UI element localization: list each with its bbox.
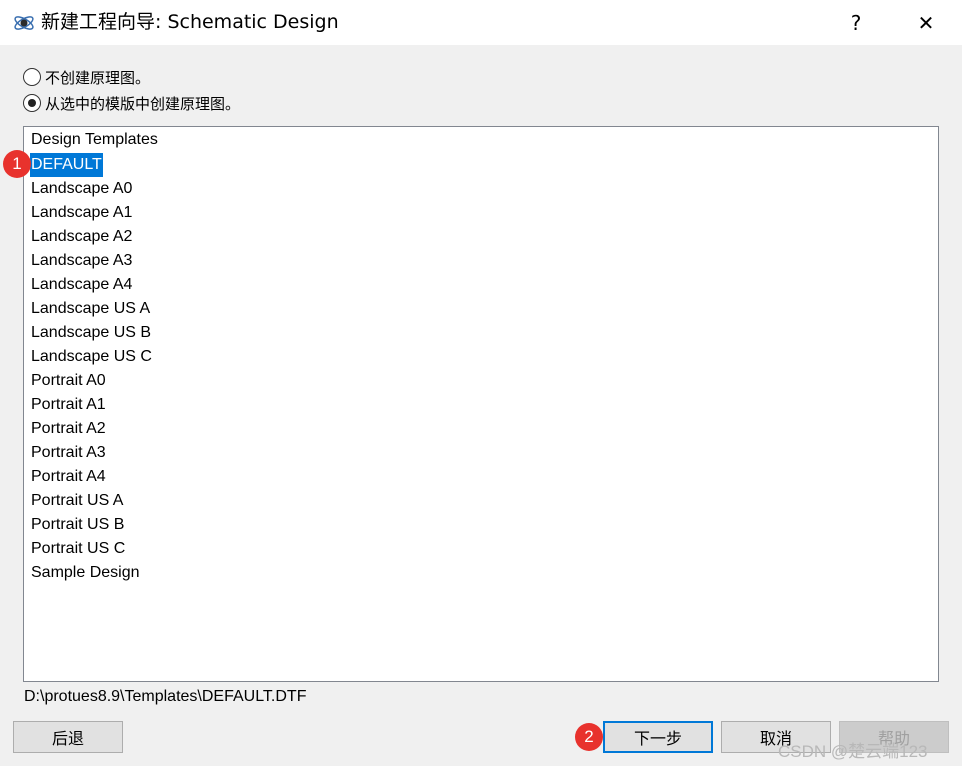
list-header[interactable]: Design Templates [30, 128, 159, 152]
list-item[interactable]: Landscape US C [30, 345, 153, 369]
radio-label: 不创建原理图。 [45, 68, 151, 87]
list-item[interactable]: Landscape A4 [30, 273, 133, 297]
list-item[interactable]: Portrait A0 [30, 369, 107, 393]
annotation-badge-2: 2 [575, 723, 603, 751]
radio-label: 从选中的模版中创建原理图。 [45, 94, 241, 113]
back-button[interactable]: 后退 [13, 721, 123, 753]
template-listbox[interactable]: Design Templates DEFAULT Landscape A0 La… [23, 126, 939, 682]
list-item[interactable]: Landscape A0 [30, 177, 133, 201]
list-item[interactable]: Portrait US B [30, 513, 125, 537]
radio-button[interactable] [23, 94, 41, 112]
list-item[interactable]: Portrait A1 [30, 393, 107, 417]
list-item[interactable]: Landscape US A [30, 297, 151, 321]
radio-no-schematic[interactable]: 不创建原理图。 [23, 66, 150, 88]
list-item[interactable]: Landscape US B [30, 321, 152, 345]
close-icon: ✕ [917, 10, 935, 35]
proteus-app-icon [14, 16, 34, 30]
annotation-badge-1: 1 [3, 150, 31, 178]
list-item[interactable]: Portrait US A [30, 489, 124, 513]
radio-button[interactable] [23, 68, 41, 86]
next-button[interactable]: 下一步 [603, 721, 713, 753]
help-title-button[interactable]: ? [834, 0, 878, 45]
list-item-default[interactable]: DEFAULT [30, 153, 103, 177]
radio-from-template[interactable]: 从选中的模版中创建原理图。 [23, 92, 240, 114]
watermark: CSDN @楚云端123 [778, 742, 928, 761]
close-button[interactable]: ✕ [904, 0, 948, 45]
list-item[interactable]: Portrait A3 [30, 441, 107, 465]
list-item[interactable]: Landscape A3 [30, 249, 133, 273]
list-item[interactable]: Landscape A2 [30, 225, 133, 249]
title-bar: 新建工程向导: Schematic Design ? ✕ [0, 0, 962, 45]
list-item[interactable]: Portrait A2 [30, 417, 107, 441]
list-item[interactable]: Portrait A4 [30, 465, 107, 489]
list-item[interactable]: Sample Design [30, 561, 141, 585]
list-item[interactable]: Portrait US C [30, 537, 126, 561]
window-title: 新建工程向导: Schematic Design [41, 11, 339, 33]
template-path: D:\protues8.9\Templates\DEFAULT.DTF [24, 688, 307, 705]
list-item[interactable]: Landscape A1 [30, 201, 133, 225]
